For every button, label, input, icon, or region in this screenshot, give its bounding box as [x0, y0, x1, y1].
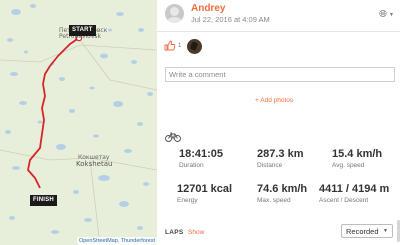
- route-map[interactable]: Петропавловск Petropavlovsk Кокшетау Kok…: [0, 0, 157, 245]
- bicycle-icon: [165, 129, 181, 147]
- finish-flag: FINISH: [30, 195, 57, 206]
- stat-label: Energy: [177, 197, 198, 204]
- lap-mode-value: Recorded: [346, 227, 379, 236]
- activity-panel: Andrey Jul 22, 2016 at 4:09 AM 🌐︎ ▼ 1 + …: [157, 0, 400, 245]
- stat-label: Ascent / Descent: [319, 197, 369, 204]
- add-photos-link[interactable]: + Add photos: [255, 97, 293, 104]
- stat-ascent-descent: 4411 / 4194 m Ascent / Descent: [319, 183, 389, 204]
- route-line: [27, 37, 80, 189]
- chevron-down-icon: ▼: [383, 228, 388, 234]
- divider: [157, 31, 400, 32]
- stat-duration: 18:41:05 Duration: [179, 148, 223, 169]
- map-attribution: OpenStreetMap, Thunderforest: [76, 237, 157, 245]
- stat-label: Duration: [179, 162, 204, 169]
- laps-heading: LAPS: [165, 229, 184, 236]
- stat-max-speed: 74.6 km/h Max. speed: [257, 183, 307, 204]
- comment-input[interactable]: [165, 67, 395, 82]
- stat-value: 18:41:05: [179, 148, 224, 160]
- kudo-avatar[interactable]: [187, 39, 202, 54]
- stat-avg-speed: 15.4 km/h Avg. speed: [332, 148, 382, 169]
- stat-value: 4411 / 4194 m: [319, 183, 390, 195]
- globe-icon[interactable]: 🌐︎: [379, 10, 387, 20]
- start-flag: START: [69, 25, 96, 36]
- stat-distance: 287.3 km Distance: [257, 148, 303, 169]
- activity-date: Jul 22, 2016 at 4:09 AM: [191, 15, 270, 24]
- athlete-name[interactable]: Andrey: [191, 3, 225, 14]
- stat-value: 15.4 km/h: [332, 148, 383, 160]
- avatar[interactable]: [165, 4, 184, 23]
- kudos-count[interactable]: 1: [178, 43, 181, 49]
- stat-label: Max. speed: [257, 197, 291, 204]
- stat-value: 287.3 km: [257, 148, 304, 160]
- thunderforest-link[interactable]: Thunderforest: [121, 238, 155, 244]
- laps-show-link[interactable]: Show: [188, 229, 204, 236]
- map-roads: [0, 39, 157, 245]
- map-city-label: Kokshetau: [76, 160, 113, 168]
- stat-value: 12701 kcal: [177, 183, 233, 195]
- stat-value: 74.6 km/h: [257, 183, 308, 195]
- osm-link[interactable]: OpenStreetMap: [79, 238, 118, 244]
- thumbs-up-icon[interactable]: [164, 40, 176, 54]
- lap-mode-select[interactable]: Recorded ▼: [341, 224, 393, 238]
- stat-label: Avg. speed: [332, 162, 365, 169]
- stat-energy: 12701 kcal Energy: [177, 183, 232, 204]
- chevron-down-icon[interactable]: ▼: [389, 12, 394, 18]
- stat-label: Distance: [257, 162, 283, 169]
